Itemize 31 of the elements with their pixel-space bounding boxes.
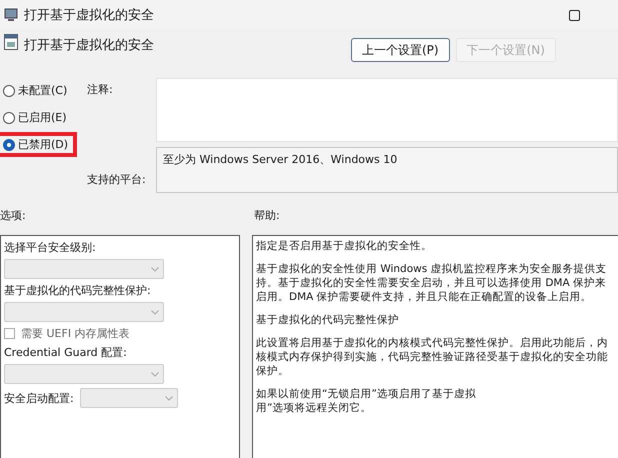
options-label: 选项: bbox=[0, 208, 27, 222]
help-paragraph: 指定是否启用基于虚拟化的安全性。 bbox=[256, 239, 433, 253]
help-label: 帮助: bbox=[254, 208, 280, 222]
state-radio[interactable]: 已禁用(D) bbox=[0, 132, 78, 157]
policy-window-icon bbox=[4, 8, 18, 22]
policy-settings-icon bbox=[4, 34, 18, 50]
platform-field: 至少为 Windows Server 2016、Windows 10 bbox=[156, 147, 618, 193]
option-label: Credential Guard 配置: bbox=[4, 345, 128, 360]
option-label: 安全启动配置: bbox=[4, 390, 74, 406]
platform-label: 支持的平台: bbox=[87, 172, 147, 187]
checkbox-label: 需要 UEFI 内存属性表 bbox=[21, 326, 130, 341]
help-text-line: 如果以前使用“无锁启用”选项启用了基于虚拟 bbox=[256, 387, 477, 401]
comment-label: 注释: bbox=[87, 82, 114, 97]
chevron-down-icon bbox=[151, 266, 159, 272]
window-title: 打开基于虚拟化的安全 bbox=[24, 7, 155, 24]
checkbox[interactable] bbox=[4, 328, 15, 339]
help-text-line: 用”选项将远程关闭它。 bbox=[256, 401, 372, 415]
chevron-down-icon bbox=[151, 310, 159, 314]
state-radio[interactable]: 已启用(E) bbox=[0, 105, 74, 130]
maximize-icon[interactable] bbox=[569, 10, 580, 20]
help-paragraph: 基于虚拟化的安全性使用 Windows 虚拟机监控程序来为安全服务提供支持。基于虚拟化的安全性需要安全启动，并且可以选择使用 DMA 保护来启用。DMA 保护需要硬件支持，并且只能在正确配置的设备上启用。 bbox=[256, 262, 608, 304]
chevron-down-icon bbox=[164, 396, 173, 400]
chevron-down-icon bbox=[151, 372, 159, 376]
option-label: 选择平台安全级别: bbox=[4, 240, 97, 255]
policy-title: 打开基于虚拟化的安全 bbox=[24, 37, 155, 54]
option-label: 基于虚拟化的代码完整性保护: bbox=[4, 283, 152, 298]
comment-field[interactable] bbox=[156, 78, 618, 142]
nav-button[interactable]: 上一个设置(P) bbox=[351, 38, 450, 62]
help-paragraph: 基于虚拟化的代码完整性保护 bbox=[256, 313, 400, 327]
help-paragraph: 此设置将启用基于虚拟化的内核模式代码完整性保护。启用此功能后，内核模式内存保护得到实施，代码完整性验证路径受基于虚拟化的安全功能保护。 bbox=[256, 336, 609, 378]
state-radio[interactable]: 未配置(C) bbox=[0, 78, 74, 103]
